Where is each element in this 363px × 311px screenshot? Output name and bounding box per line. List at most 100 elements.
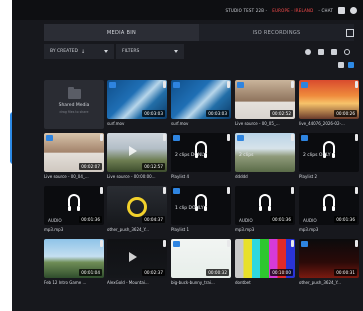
media-tile[interactable]: 00:00:26 live_44076_2026-02-... xyxy=(299,80,359,129)
upload-icon[interactable] xyxy=(318,48,324,55)
media-title: mp3.mp3 xyxy=(235,227,255,232)
more-options-icon[interactable] xyxy=(291,134,294,141)
search-icon[interactable] xyxy=(344,48,350,55)
duration-badge: 00:01:36 xyxy=(334,216,357,223)
duration-badge: 00:02:52 xyxy=(270,110,293,117)
media-tile[interactable]: AUDIO 00:01:36 mp3.mp3 xyxy=(299,186,359,235)
clip-count: 1 clip DONLY xyxy=(175,206,204,211)
duration-badge: 00:00:31 xyxy=(334,269,357,276)
media-title: big-buck-bunny_trai... xyxy=(171,280,215,285)
media-tile[interactable]: 00:10:00 dontbet xyxy=(235,239,295,288)
more-options-icon[interactable] xyxy=(163,81,166,88)
media-title: ddddd xyxy=(235,174,248,179)
playlist-icon xyxy=(173,135,180,141)
user-icon[interactable] xyxy=(350,6,357,14)
media-thumbnail: 2 clips ONLY xyxy=(299,133,359,172)
more-options-icon[interactable] xyxy=(163,134,166,141)
play-icon xyxy=(129,146,137,156)
more-options-icon[interactable] xyxy=(100,187,103,194)
more-options-icon[interactable] xyxy=(355,240,358,247)
media-thumbnail: AUDIO 00:01:36 xyxy=(235,186,295,225)
toolbar-icons xyxy=(298,48,354,55)
media-thumbnail: 00:00:32 xyxy=(171,239,231,278)
more-options-icon[interactable] xyxy=(100,240,103,247)
audio-label: AUDIO xyxy=(303,218,317,223)
chevron-down-icon xyxy=(174,50,178,53)
more-options-icon[interactable] xyxy=(355,81,358,88)
more-options-icon[interactable] xyxy=(100,134,103,141)
sort-label: BY CREATED xyxy=(50,49,78,54)
more-options-icon[interactable] xyxy=(355,187,358,194)
playlist-icon xyxy=(301,135,308,141)
gear-icon[interactable] xyxy=(305,48,311,55)
more-options-icon[interactable] xyxy=(355,134,358,141)
media-title: surf.mov xyxy=(171,121,189,126)
media-tile[interactable]: AUDIO 00:01:36 mp3.mp3 xyxy=(44,186,104,235)
top-status-bar: STUDIO TEST 22B - EUROPE - IRELAND - CHA… xyxy=(12,0,363,20)
duration-badge: 00:12:57 xyxy=(142,163,165,170)
media-title: live_44076_2026-02-... xyxy=(299,121,345,126)
media-thumbnail: AUDIO 00:01:36 xyxy=(299,186,359,225)
media-tile[interactable]: 00:02:37 AlexGold - Mountai... xyxy=(107,239,167,288)
more-options-icon[interactable] xyxy=(291,81,294,88)
grid-view-icon[interactable] xyxy=(348,62,354,68)
more-options-icon[interactable] xyxy=(291,240,294,247)
media-thumbnail: Shared Media drag files to share xyxy=(44,80,104,129)
more-options-icon[interactable] xyxy=(163,187,166,194)
more-options-icon[interactable] xyxy=(227,240,230,247)
headphones-icon xyxy=(323,141,335,158)
media-title: other_push_3624_Y... xyxy=(107,227,149,232)
media-title: Playlist 4 xyxy=(171,174,190,179)
headphones-icon xyxy=(195,141,207,158)
media-thumbnail: 00:02:07 xyxy=(44,133,104,172)
media-tile[interactable]: 00:03:03 surf.mov xyxy=(171,80,231,129)
media-tile[interactable]: 00:00:32 big-buck-bunny_trai... xyxy=(171,239,231,288)
media-tile[interactable]: 00:12:57 Live source - 00:00:00... xyxy=(107,133,167,182)
media-tile[interactable]: 00:02:07 Live source - 00_04_... xyxy=(44,133,104,182)
media-tile[interactable]: 2 clips ddddd xyxy=(235,133,295,182)
tab-media-bin[interactable]: MEDIA BIN xyxy=(44,24,199,41)
media-tile[interactable]: 2 clips ONLY Playlist 2 xyxy=(299,133,359,182)
media-tile[interactable]: 00:03:03 surf.mov xyxy=(107,80,167,129)
duration-badge: 00:01:36 xyxy=(270,216,293,223)
media-thumbnail: 00:02:52 xyxy=(235,80,295,119)
media-tile[interactable]: 00:00:31 other_push_3624_Y... xyxy=(299,239,359,288)
folder-icon xyxy=(68,87,81,99)
more-options-icon[interactable] xyxy=(227,81,230,88)
popout-icon[interactable] xyxy=(346,29,354,37)
media-tile[interactable]: 00:04:37 other_push_3624_Y... xyxy=(107,186,167,235)
media-tile[interactable]: 2 clips DONLY Playlist 4 xyxy=(171,133,231,182)
duration-badge: 00:02:07 xyxy=(79,163,102,170)
more-options-icon[interactable] xyxy=(227,134,230,141)
media-tile[interactable]: 1 clip DONLY Playlist 1 xyxy=(171,186,231,235)
window-icon[interactable] xyxy=(338,6,345,14)
more-options-icon[interactable] xyxy=(163,240,166,247)
source-badge-icon xyxy=(301,82,308,88)
region-label: EUROPE - IRELAND xyxy=(272,7,314,13)
chat-link[interactable]: - CHAT xyxy=(318,8,333,13)
media-title: AlexGold - Mountai... xyxy=(107,280,149,285)
shared-media-folder[interactable]: Shared Media drag files to share xyxy=(44,80,104,129)
media-tile[interactable]: AUDIO 00:01:36 mp3.mp3 xyxy=(235,186,295,235)
duration-badge: 00:03:03 xyxy=(142,110,165,117)
more-options-icon[interactable] xyxy=(291,187,294,194)
media-tile[interactable]: 00:02:52 Live source - 00_05_... xyxy=(235,80,295,129)
audio-label: AUDIO xyxy=(239,218,253,223)
loading-ring xyxy=(127,197,147,217)
headphones-icon xyxy=(68,194,80,211)
tab-iso-recordings[interactable]: ISO RECORDINGS xyxy=(199,24,354,41)
sort-dropdown[interactable]: BY CREATED ↓ xyxy=(44,44,114,59)
more-options-icon[interactable] xyxy=(227,187,230,194)
sort-direction-icon: ↓ xyxy=(80,48,86,55)
list-view-icon[interactable] xyxy=(338,62,344,68)
filters-dropdown[interactable]: FILTERS xyxy=(116,44,184,59)
media-title: dontbet xyxy=(235,280,251,285)
headphones-icon xyxy=(195,194,207,211)
media-tile[interactable]: 00:01:04 Feb 12 Intro Game ... xyxy=(44,239,104,288)
headphones-icon xyxy=(323,194,335,211)
media-title: Playlist 1 xyxy=(171,227,190,232)
media-thumbnail: 00:04:37 xyxy=(107,186,167,225)
media-title: Feb 12 Intro Game ... xyxy=(44,280,87,285)
duration-badge: 00:03:03 xyxy=(206,110,229,117)
trash-icon[interactable] xyxy=(331,48,337,55)
